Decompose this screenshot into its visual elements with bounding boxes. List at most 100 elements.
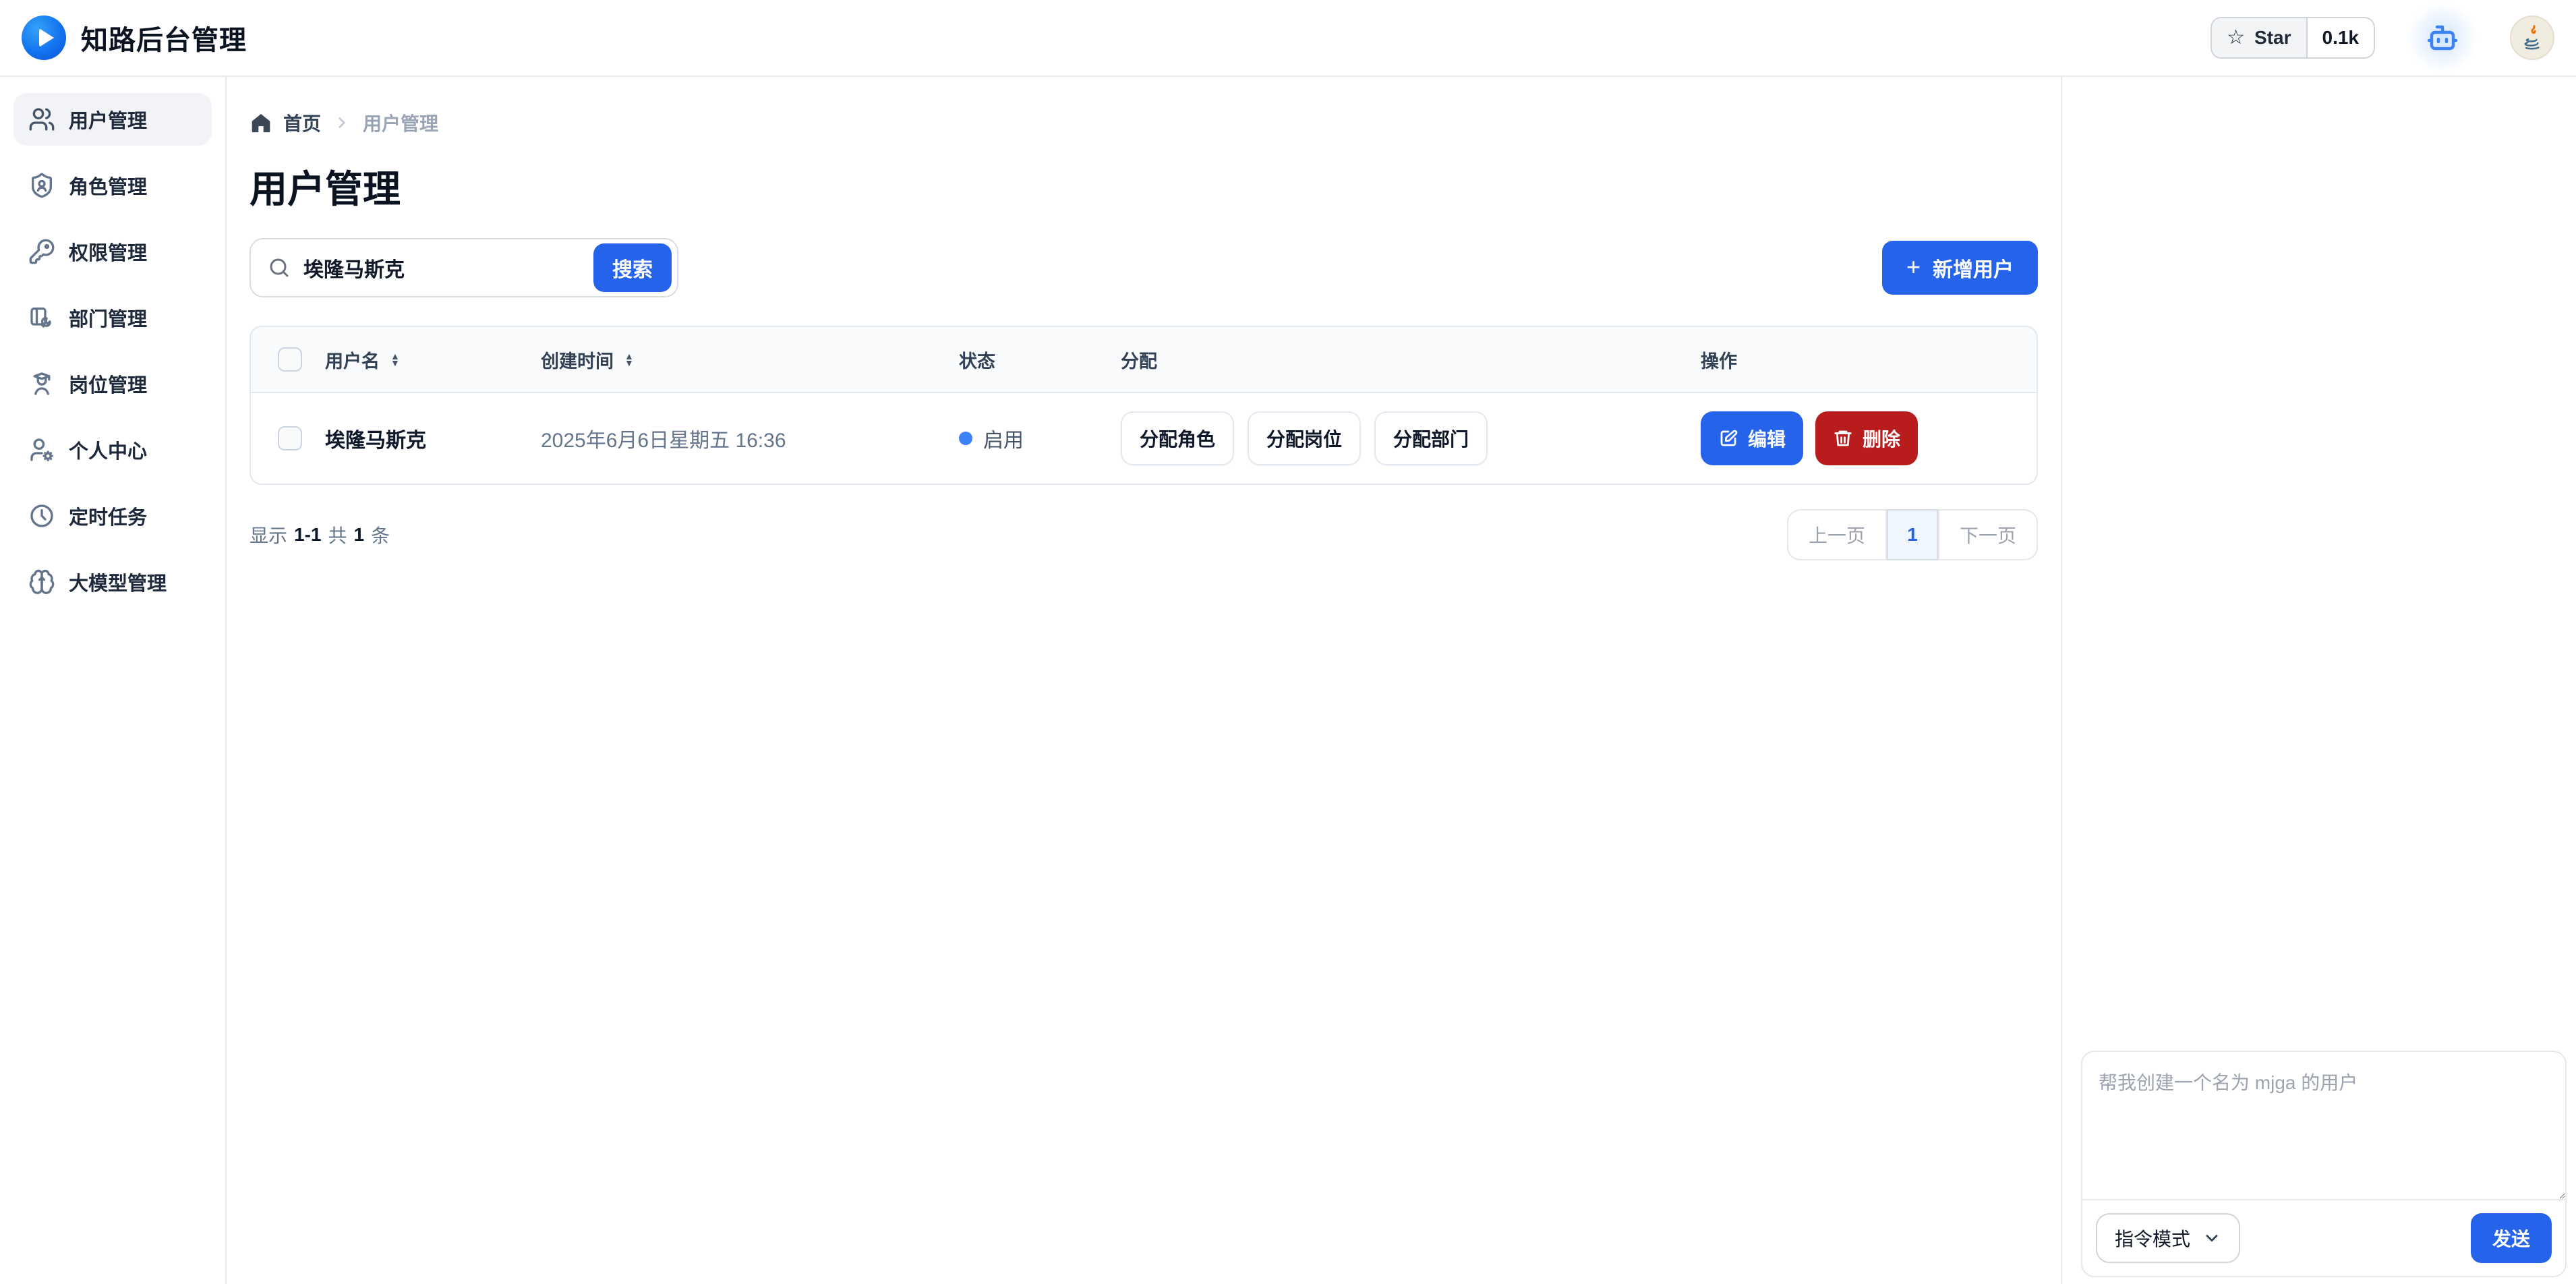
page-title: 用户管理 (250, 159, 2038, 214)
chat-footer: 指令模式 发送 (2082, 1199, 2565, 1276)
edit-pencil-icon (1718, 428, 1738, 448)
users-icon (28, 106, 55, 133)
header-actions: 操作 (1701, 347, 1737, 373)
header-assign: 分配 (1121, 347, 1157, 373)
shield-user-icon (28, 172, 55, 199)
edit-label: 编辑 (1748, 425, 1786, 452)
key-icon (28, 238, 55, 265)
toolbar: 搜索 + 新增用户 (250, 238, 2038, 297)
summary-total: 1 (354, 524, 365, 546)
sidebar-item-llm-management[interactable]: 大模型管理 (13, 556, 212, 608)
graduate-icon (28, 370, 55, 397)
summary-suffix: 条 (371, 521, 390, 548)
app-root: 知路后台管理 ☆ Star 0.1k (0, 0, 2576, 1284)
github-star-badge[interactable]: ☆ Star 0.1k (2211, 17, 2375, 59)
add-user-button[interactable]: + 新增用户 (1882, 241, 2038, 295)
cell-username: 埃隆马斯克 (325, 424, 426, 453)
header-status: 状态 (959, 351, 995, 372)
next-page-button[interactable]: 下一页 (1938, 509, 2038, 560)
breadcrumb: 首页 用户管理 (250, 109, 2038, 136)
chevron-down-icon (2202, 1229, 2221, 1248)
select-all-checkbox[interactable] (278, 347, 302, 372)
summary-range: 1-1 (294, 524, 321, 546)
breadcrumb-home-link[interactable]: 首页 (250, 109, 321, 136)
current-page-button[interactable]: 1 (1887, 509, 1938, 560)
star-label: Star (2254, 27, 2291, 49)
prev-page-button[interactable]: 上一页 (1787, 509, 1887, 560)
sidebar-item-department-management[interactable]: 部门管理 (13, 291, 212, 344)
row-checkbox[interactable] (278, 426, 302, 450)
sort-username-icon[interactable]: ▲▼ (390, 353, 400, 366)
header-created-at: 创建时间 (541, 347, 614, 373)
chat-input[interactable] (2082, 1052, 2565, 1199)
plus-icon: + (1906, 255, 1921, 279)
search-button[interactable]: 搜索 (593, 243, 672, 292)
sidebar: 用户管理 角色管理 权限管理 部门管理 岗位管理 个人中心 (0, 77, 227, 1284)
status-dot-icon (959, 432, 972, 445)
assign-post-button[interactable]: 分配岗位 (1248, 411, 1361, 465)
search-box: 搜索 (250, 238, 678, 297)
sidebar-item-label: 大模型管理 (69, 568, 167, 596)
table-header-row: 用户名 ▲▼ 创建时间 ▲▼ 状态 分配 操作 (251, 327, 2037, 392)
brand: 知路后台管理 (22, 16, 247, 60)
users-table: 用户名 ▲▼ 创建时间 ▲▼ 状态 分配 操作 埃隆马斯克 2025年6月6日星… (250, 326, 2038, 485)
breadcrumb-home-label: 首页 (283, 109, 321, 136)
status-badge: 启用 (959, 424, 1121, 453)
star-icon: ☆ (2227, 28, 2245, 48)
delete-button[interactable]: 删除 (1815, 411, 1918, 465)
pagination-summary: 显示 1-1 共 1 条 (250, 521, 390, 548)
sidebar-item-label: 权限管理 (69, 237, 147, 266)
robot-icon (2426, 22, 2459, 54)
cell-created-at: 2025年6月6日星期五 16:36 (541, 424, 786, 453)
summary-prefix: 显示 (250, 521, 287, 548)
assign-department-button[interactable]: 分配部门 (1374, 411, 1488, 465)
home-icon (250, 111, 272, 134)
send-button[interactable]: 发送 (2471, 1213, 2552, 1263)
chat-panel: 指令模式 发送 (2081, 1051, 2567, 1277)
main-content: 首页 用户管理 用户管理 搜索 + 新增用户 (227, 77, 2061, 1284)
sidebar-item-post-management[interactable]: 岗位管理 (13, 357, 212, 410)
java-logo-icon (2517, 23, 2547, 53)
breadcrumb-current: 用户管理 (363, 109, 438, 136)
summary-mid: 共 (328, 521, 347, 548)
user-gear-icon (28, 436, 55, 463)
pager: 上一页 1 下一页 (1787, 509, 2038, 560)
sidebar-item-permission-management[interactable]: 权限管理 (13, 225, 212, 278)
pagination-bar: 显示 1-1 共 1 条 上一页 1 下一页 (250, 509, 2038, 560)
header-username: 用户名 (325, 347, 380, 373)
sidebar-item-label: 岗位管理 (69, 370, 147, 398)
assign-role-button[interactable]: 分配角色 (1121, 411, 1234, 465)
add-user-label: 新增用户 (1933, 253, 2014, 283)
chevron-right-icon (333, 114, 351, 132)
sort-created-icon[interactable]: ▲▼ (624, 353, 634, 366)
mode-label: 指令模式 (2115, 1225, 2190, 1252)
app-logo-icon (22, 16, 66, 60)
mode-select-button[interactable]: 指令模式 (2096, 1213, 2240, 1263)
search-input[interactable] (303, 256, 581, 279)
app-title: 知路后台管理 (81, 18, 247, 57)
sidebar-item-label: 定时任务 (69, 502, 147, 530)
assistant-panel: 指令模式 发送 (2061, 77, 2576, 1284)
sidebar-item-personal-center[interactable]: 个人中心 (13, 424, 212, 476)
sidebar-item-scheduled-tasks[interactable]: 定时任务 (13, 490, 212, 542)
brain-icon (28, 568, 55, 595)
star-count: 0.1k (2308, 18, 2374, 57)
sidebar-item-role-management[interactable]: 角色管理 (13, 159, 212, 212)
sidebar-item-label: 部门管理 (69, 303, 147, 332)
department-icon (28, 304, 55, 331)
top-header: 知路后台管理 ☆ Star 0.1k (0, 0, 2576, 77)
search-icon (267, 256, 291, 280)
sidebar-item-label: 角色管理 (69, 171, 147, 200)
delete-label: 删除 (1863, 425, 1900, 452)
edit-button[interactable]: 编辑 (1701, 411, 1803, 465)
sidebar-item-label: 用户管理 (69, 105, 147, 134)
trash-icon (1833, 428, 1853, 448)
header-actions: ☆ Star 0.1k (2211, 3, 2554, 73)
table-row: 埃隆马斯克 2025年6月6日星期五 16:36 启用 分配角色 分配岗位 分配… (251, 392, 2037, 484)
status-label: 启用 (983, 424, 1024, 453)
clock-icon (28, 502, 55, 529)
assistant-robot-button[interactable] (2407, 3, 2478, 73)
user-avatar[interactable] (2510, 16, 2554, 60)
sidebar-item-user-management[interactable]: 用户管理 (13, 93, 212, 146)
sidebar-item-label: 个人中心 (69, 436, 147, 464)
